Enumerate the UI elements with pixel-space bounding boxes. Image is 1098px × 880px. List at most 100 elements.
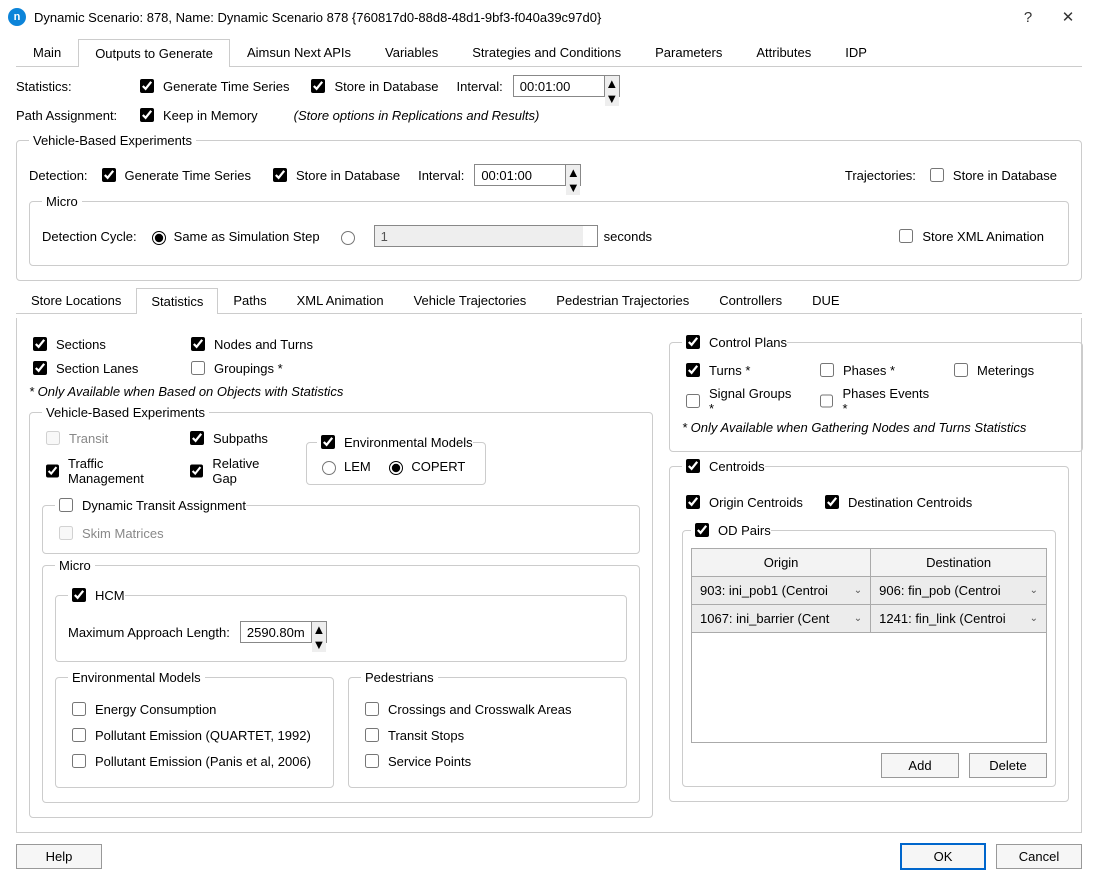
pedestrians-legend: Pedestrians: [361, 670, 438, 685]
chevron-down-icon[interactable]: ▼: [312, 637, 326, 652]
tab-parameters[interactable]: Parameters: [638, 38, 739, 66]
chk-crossings[interactable]: Crossings and Crosswalk Areas: [361, 699, 614, 719]
chevron-up-icon[interactable]: ▲: [566, 165, 580, 180]
max-approach-spinbox[interactable]: ▲▼: [240, 621, 327, 643]
help-button[interactable]: Help: [16, 844, 102, 869]
chk-subpaths[interactable]: Subpaths: [186, 428, 284, 448]
cancel-button[interactable]: Cancel: [996, 844, 1082, 869]
tab-attributes[interactable]: Attributes: [739, 38, 828, 66]
rdo-same-step[interactable]: Same as Simulation Step: [147, 228, 320, 245]
fieldset-env-models2: Environmental Models Energy Consumption …: [55, 670, 334, 788]
max-approach-input[interactable]: [241, 622, 311, 642]
chk-od-pairs[interactable]: OD Pairs: [691, 520, 771, 540]
footer: Help OK Cancel: [16, 843, 1082, 870]
chk-det-gen-ts[interactable]: Generate Time Series: [98, 165, 251, 185]
chk-destination-centroids[interactable]: Destination Centroids: [821, 492, 972, 512]
tab-variables[interactable]: Variables: [368, 38, 455, 66]
add-button[interactable]: Add: [881, 753, 959, 778]
th-destination: Destination: [871, 549, 1047, 577]
subtab-store-locations[interactable]: Store Locations: [16, 287, 136, 313]
subtab-statistics[interactable]: Statistics: [136, 288, 218, 314]
fieldset-vbe2: Vehicle-Based Experiments Transit Subpat…: [29, 405, 653, 818]
fieldset-micro-top: Micro Detection Cycle: Same as Simulatio…: [29, 194, 1069, 266]
subtab-paths[interactable]: Paths: [218, 287, 281, 313]
interval-input[interactable]: [514, 76, 604, 96]
vbe-legend: Vehicle-Based Experiments: [29, 133, 196, 148]
chk-phases[interactable]: Phases *: [816, 360, 934, 380]
det-interval-spinbox[interactable]: ▲▼: [474, 164, 581, 186]
chevron-up-icon[interactable]: ▲: [605, 76, 619, 91]
chk-phases-events[interactable]: Phases Events *: [816, 386, 934, 416]
chk-hcm[interactable]: HCM: [68, 585, 125, 605]
tab-strategies[interactable]: Strategies and Conditions: [455, 38, 638, 66]
env-models2-legend: Environmental Models: [68, 670, 205, 685]
tab-apis[interactable]: Aimsun Next APIs: [230, 38, 368, 66]
chk-sections[interactable]: Sections: [29, 334, 167, 354]
subtab-pedestrian-trajectories[interactable]: Pedestrian Trajectories: [541, 287, 704, 313]
help-icon[interactable]: ?: [1008, 9, 1048, 26]
chevron-down-icon[interactable]: ▼: [566, 180, 580, 195]
chk-poll-quartet[interactable]: Pollutant Emission (QUARTET, 1992): [68, 725, 321, 745]
interval-spinbox[interactable]: ▲▼: [513, 75, 620, 97]
chk-origin-centroids[interactable]: Origin Centroids: [682, 492, 803, 512]
det-interval-input[interactable]: [475, 165, 565, 185]
chk-traffic-mgmt[interactable]: Traffic Management: [42, 456, 170, 486]
subtab-xml-animation[interactable]: XML Animation: [282, 287, 399, 313]
fieldset-hcm: HCM Maximum Approach Length: ▲▼: [55, 585, 627, 662]
destination-select-1[interactable]: 1241: fin_link (Centroi⌄: [871, 605, 1046, 632]
chk-relative-gap[interactable]: Relative Gap: [186, 456, 284, 486]
chk-env-models[interactable]: Environmental Models: [317, 432, 473, 452]
seconds-label: seconds: [604, 229, 652, 244]
rdo-copert[interactable]: COPERT: [384, 458, 465, 475]
subtab-vehicle-trajectories[interactable]: Vehicle Trajectories: [399, 287, 542, 313]
chk-turns[interactable]: Turns *: [682, 360, 800, 380]
chk-poll-panis[interactable]: Pollutant Emission (Panis et al, 2006): [68, 751, 321, 771]
chk-centroids[interactable]: Centroids: [682, 456, 765, 476]
chk-transit-stops[interactable]: Transit Stops: [361, 725, 614, 745]
chk-nodes-turns[interactable]: Nodes and Turns: [187, 334, 325, 354]
chk-groupings[interactable]: Groupings *: [187, 358, 325, 378]
subtab-controllers[interactable]: Controllers: [704, 287, 797, 313]
chk-dyn-transit[interactable]: Dynamic Transit Assignment: [55, 495, 246, 515]
rdo-lem[interactable]: LEM: [317, 458, 371, 475]
origin-select-1[interactable]: 1067: ini_barrier (Cent⌄: [692, 605, 870, 632]
chk-section-lanes[interactable]: Section Lanes: [29, 358, 167, 378]
table-row: 903: ini_pob1 (Centroi⌄ 906: fin_pob (Ce…: [692, 577, 1047, 605]
fieldset-micro2: Micro HCM Maximum Approach Length: ▲▼: [42, 558, 640, 803]
rdo-custom[interactable]: [336, 228, 358, 245]
delete-button[interactable]: Delete: [969, 753, 1047, 778]
chk-traj-store-db[interactable]: Store in Database: [926, 165, 1057, 185]
statistics-label: Statistics:: [16, 79, 126, 94]
path-assignment-note: (Store options in Replications and Resul…: [294, 108, 540, 123]
fieldset-od-pairs: OD Pairs Origin Destination 903: ini_pob…: [682, 520, 1056, 787]
chk-meterings[interactable]: Meterings: [950, 360, 1058, 380]
tab-main[interactable]: Main: [16, 38, 78, 66]
chevron-down-icon: ⌄: [854, 585, 862, 596]
chk-energy[interactable]: Energy Consumption: [68, 699, 321, 719]
chk-signal-groups[interactable]: Signal Groups *: [682, 386, 800, 416]
od-pairs-table: Origin Destination 903: ini_pob1 (Centro…: [691, 548, 1047, 633]
sub-tabs: Store Locations Statistics Paths XML Ani…: [16, 287, 1082, 314]
chk-det-store-db[interactable]: Store in Database: [269, 165, 400, 185]
destination-select-0[interactable]: 906: fin_pob (Centroi⌄: [871, 577, 1046, 604]
chk-gen-time-series[interactable]: Generate Time Series: [136, 76, 289, 96]
tab-outputs[interactable]: Outputs to Generate: [78, 39, 230, 67]
close-icon[interactable]: ✕: [1048, 8, 1088, 26]
chk-keep-memory[interactable]: Keep in Memory: [136, 105, 258, 125]
chk-control-plans[interactable]: Control Plans: [682, 332, 787, 352]
custom-seconds-input: [375, 226, 583, 246]
ok-button[interactable]: OK: [900, 843, 986, 870]
chk-service-points[interactable]: Service Points: [361, 751, 614, 771]
subtab-due[interactable]: DUE: [797, 287, 854, 313]
chevron-down-icon: ⌄: [854, 613, 862, 624]
chevron-down-icon[interactable]: ▼: [605, 91, 619, 106]
chk-store-xml-anim[interactable]: Store XML Animation: [895, 226, 1044, 246]
tab-idp[interactable]: IDP: [828, 38, 884, 66]
chevron-up-icon[interactable]: ▲: [312, 622, 326, 637]
table-row: 1067: ini_barrier (Cent⌄ 1241: fin_link …: [692, 605, 1047, 633]
fieldset-pedestrians: Pedestrians Crossings and Crosswalk Area…: [348, 670, 627, 788]
control-plans-note: * Only Available when Gathering Nodes an…: [682, 420, 1070, 435]
chk-transit: Transit: [42, 428, 170, 448]
chk-store-db[interactable]: Store in Database: [307, 76, 438, 96]
origin-select-0[interactable]: 903: ini_pob1 (Centroi⌄: [692, 577, 870, 604]
